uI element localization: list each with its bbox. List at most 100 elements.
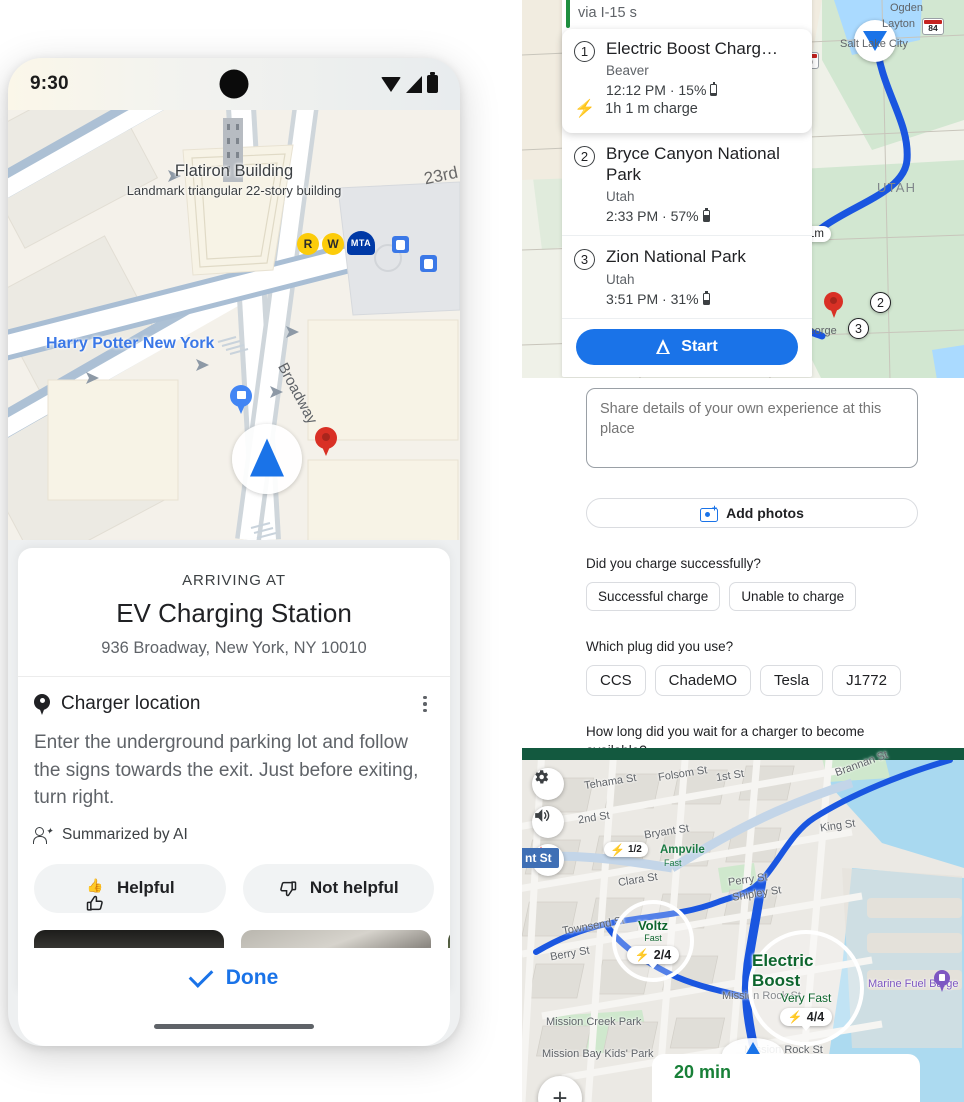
helpful-button[interactable]: Helpful <box>34 863 226 913</box>
chip-unable-to-charge[interactable]: Unable to charge <box>729 582 857 612</box>
charger-speed-voltz: Fast <box>644 933 662 943</box>
stop-meta-text: 3:51 PM · 31% <box>606 290 699 307</box>
phone-mockup: 9:30 Flatiron Building Landmark triangul… <box>8 58 460 1046</box>
ai-sparkle-icon: ✦ <box>33 826 53 844</box>
bolt-icon: ⚡ <box>610 842 625 857</box>
mta-transit-icon[interactable]: MTA <box>347 231 375 255</box>
stop-meta-text: 12:12 PM · 15% <box>606 82 707 99</box>
stop-row-3[interactable]: 3 Zion National Park Utah 3:51 PM · 31% <box>562 236 812 319</box>
map-label-flatiron-subtitle: Landmark triangular 22-story building <box>126 183 342 198</box>
charger-speed-electric-boost: Very Fast <box>780 990 832 1005</box>
helpful-label: Helpful <box>116 878 175 898</box>
charger-count-pill-voltz[interactable]: ⚡ 2/4 <box>626 946 680 964</box>
camera-icon: + <box>700 503 719 522</box>
subway-badge-w[interactable]: W <box>322 233 344 255</box>
route-overview-panel: ⚡ 1h 1m 1 2 3 UTAH 80 84 15 70 Ogden Lay… <box>522 0 964 380</box>
question-charge-success: Did you charge successfully? <box>586 556 761 571</box>
location-pin-icon <box>34 693 50 715</box>
park-label: Mission Bay Kids' Park <box>542 1048 654 1060</box>
battery-level-icon <box>702 208 710 223</box>
red-place-pin[interactable] <box>315 427 337 457</box>
plug-options: CCS ChadeMO Tesla J1772 <box>586 665 918 697</box>
charge-duration-row: ⚡ 1h 1 m charge <box>574 98 800 121</box>
bus-stop-icon-1[interactable] <box>392 236 409 253</box>
phone-map[interactable]: Flatiron Building Landmark triangular 22… <box>8 110 460 540</box>
chip-ccs[interactable]: CCS <box>586 665 646 697</box>
not-helpful-label: Not helpful <box>309 878 399 898</box>
stop-subtitle: Beaver <box>606 63 649 79</box>
volume-button[interactable] <box>532 806 564 838</box>
bus-stop-icon-2[interactable] <box>420 255 437 272</box>
charger-review-form-panel: + Add photos Did you charge successfully… <box>522 378 964 750</box>
highway-shield-84: 84 <box>922 18 944 35</box>
waypoint-marker-3[interactable]: 3 <box>848 318 869 339</box>
charger-count: 1/2 <box>627 844 642 855</box>
stop-number: 2 <box>574 146 595 168</box>
signal-icon <box>406 75 422 93</box>
place-bottom-sheet: ARRIVING AT EV Charging Station 936 Broa… <box>18 548 450 993</box>
stop-name: Electric Boost Charg… <box>606 39 778 58</box>
status-bar-time: 9:30 <box>30 73 69 94</box>
stop-row-2[interactable]: 2 Bryce Canyon National Park Utah 2:33 P… <box>562 133 812 237</box>
done-button[interactable]: Done <box>188 963 278 990</box>
section-title: Charger location <box>61 693 201 714</box>
waypoint-marker-2[interactable]: 2 <box>870 292 891 313</box>
stop-meta: 3:51 PM · 31% <box>606 290 800 307</box>
nav-bottom-sheet: 20 min <box>652 1054 920 1102</box>
nav-top-banner <box>522 748 964 760</box>
charger-name-voltz: Voltz <box>637 918 669 933</box>
charger-name-electric-boost: Electric Boost <box>752 950 814 990</box>
status-bar: 9:30 <box>8 58 460 110</box>
settings-button[interactable] <box>532 768 564 800</box>
navigation-puck <box>232 424 302 494</box>
charge-success-options: Successful charge Unable to charge <box>586 582 918 612</box>
subway-badge-r[interactable]: R <box>297 233 319 255</box>
charger-highlight-voltz[interactable]: Voltz Fast ⚡ 2/4 <box>612 900 694 982</box>
navigation-arrow-icon <box>656 339 671 355</box>
stop-number: 3 <box>574 249 595 271</box>
map-label-harry-potter[interactable]: Harry Potter New York <box>46 335 214 353</box>
place-address: 936 Broadway, New York, NY 10010 <box>101 639 367 657</box>
charger-count-pill-ampvile[interactable]: ⚡ 1/2 <box>604 842 648 857</box>
route-eta: 1 hr 44 min · 121 mi via I-15 s <box>562 0 812 28</box>
city-label-salt-lake-city: Salt Lake City <box>840 38 908 50</box>
charger-speed-ampvile: Fast <box>664 858 682 868</box>
thumbs-up-icon <box>85 878 105 911</box>
nav-eta: 20 min <box>674 1062 732 1082</box>
stop-name: Zion National Park <box>606 247 746 267</box>
chip-successful-charge[interactable]: Successful charge <box>586 582 721 612</box>
navigation-map-panel[interactable]: nt St Tehama St Folsom St 1st St 2nd St … <box>522 748 964 1102</box>
charger-count-pill-electric-boost[interactable]: ⚡ 4/4 <box>779 1007 833 1026</box>
overflow-menu-icon[interactable] <box>416 694 434 714</box>
done-bar: Done <box>18 948 450 1046</box>
charger-highlight-electric-boost[interactable]: Electric Boost Very Fast ⚡ 4/4 <box>748 930 864 1046</box>
review-textarea[interactable] <box>586 388 918 468</box>
start-navigation-button[interactable]: Start <box>576 328 798 365</box>
stop-card-highlighted[interactable]: 1 Electric Boost Charg… Beaver 12:12 PM … <box>562 29 812 134</box>
shop-pin[interactable] <box>230 385 252 415</box>
city-label-ogden: Ogden <box>890 2 924 14</box>
chip-chademo[interactable]: ChadeMO <box>654 665 752 697</box>
stop-meta-text: 2:33 PM · 57% <box>606 208 699 225</box>
start-label: Start <box>681 337 718 355</box>
question-plug-type: Which plug did you use? <box>586 639 734 655</box>
chip-tesla[interactable]: Tesla <box>760 665 824 697</box>
question-wait-time: How long did you wait for a charger to b… <box>586 724 865 750</box>
destination-pin[interactable] <box>824 292 843 319</box>
route-steps-list: 1 hr 44 min · 121 mi via I-15 s 1 Electr… <box>562 0 812 377</box>
battery-level-icon <box>702 290 710 305</box>
front-camera-cutout <box>219 69 249 99</box>
add-photos-button[interactable]: + Add photos <box>586 498 918 528</box>
chip-j1772[interactable]: J1772 <box>832 665 901 697</box>
route-eta-secondary: via I-15 s <box>578 5 637 21</box>
charger-label-ampvile[interactable]: Ampvile <box>660 844 705 856</box>
not-helpful-button[interactable]: Not helpful <box>242 863 434 913</box>
stop-number: 1 <box>574 41 595 62</box>
fuel-barge-pin[interactable] <box>934 970 950 992</box>
battery-level-icon <box>710 82 718 97</box>
park-label: Mission Creek Park <box>546 1016 642 1028</box>
wifi-icon <box>381 76 401 92</box>
state-label-utah: UTAH <box>877 180 917 195</box>
stop-subtitle: Utah <box>606 271 635 287</box>
page-title: EV Charging Station <box>116 598 352 628</box>
